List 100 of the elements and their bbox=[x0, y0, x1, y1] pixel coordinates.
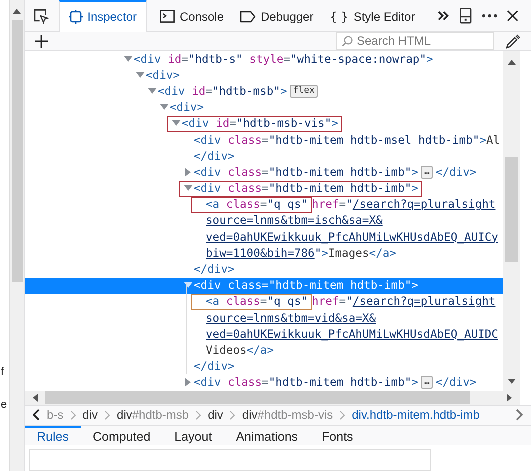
markup-text: <a class="q qs" bbox=[206, 198, 308, 212]
markup-text: </div> bbox=[194, 150, 235, 163]
breadcrumb[interactable]: div#hdtb-msb bbox=[117, 408, 190, 422]
markup-badge[interactable]: flex bbox=[290, 84, 318, 98]
scroll-up-arrow-icon[interactable] bbox=[508, 60, 516, 65]
markup-text: <div id="hdtb-msb"> bbox=[158, 84, 288, 98]
add-node-icon[interactable] bbox=[35, 34, 48, 48]
collapse-triangle-icon[interactable] bbox=[159, 104, 170, 112]
separator-chevron-icon bbox=[70, 410, 76, 420]
markup-row[interactable]: <div id="hdtb-msb"> flex bbox=[25, 83, 503, 100]
inspector-icon bbox=[68, 10, 83, 24]
markup-row[interactable]: <div class="hdtb-mitem hdtb-imb"> … </div> bbox=[25, 374, 503, 391]
more-options-icon[interactable] bbox=[482, 14, 498, 18]
markup-text: <div class="hdtb-mitem hdtb-imb"> bbox=[194, 376, 418, 390]
close-icon[interactable] bbox=[507, 10, 519, 22]
scroll-right-chevron-icon[interactable] bbox=[516, 409, 523, 422]
separator-chevron-icon bbox=[340, 410, 346, 420]
markup-row[interactable]: ved=0ahUKEwikkuuk_PfcAhUMiLwKHUsdAbEQ_AUIDC bbox=[25, 326, 503, 342]
markup-text: ved=0ahUKEwikkuuk_PfcAhUMiLwKHUsdAbEQ_AUIDC bbox=[206, 328, 498, 341]
markup-row[interactable]: <div class="hdtb-mitem hdtb-imb"> … </div> bbox=[25, 164, 503, 180]
markup-row[interactable]: <div class="hdtb-mitem hdtb-imb"> bbox=[25, 278, 503, 294]
collapse-triangle-icon[interactable] bbox=[123, 56, 134, 63]
scrollbar-thumb[interactable] bbox=[505, 157, 518, 262]
markup-text: </div> bbox=[436, 376, 477, 390]
markup-scrollbar[interactable] bbox=[503, 51, 520, 391]
markup-row[interactable]: biw=1100&bih=786">Images</a> bbox=[25, 245, 503, 262]
markup-text: <a class="q qs" bbox=[206, 295, 308, 308]
collapse-triangle-icon[interactable] bbox=[183, 282, 194, 290]
collapse-triangle-icon[interactable] bbox=[171, 120, 182, 128]
element-picker-icon[interactable] bbox=[33, 8, 49, 24]
search-icon bbox=[342, 36, 353, 47]
search-field[interactable]: Search HTML bbox=[336, 32, 494, 50]
panel-tab[interactable]: Fonts bbox=[310, 426, 366, 445]
devtools-tab[interactable]: Debugger bbox=[237, 0, 317, 32]
collapse-triangle-icon[interactable] bbox=[147, 88, 158, 95]
breadcrumb[interactable]: div bbox=[82, 408, 98, 422]
eyedropper-icon[interactable] bbox=[506, 34, 521, 48]
panel-tab[interactable]: Computed bbox=[80, 426, 163, 445]
devtools-tab[interactable]: Console bbox=[156, 0, 228, 32]
scroll-left-chevron-icon[interactable] bbox=[33, 409, 40, 422]
markup-text: </div> bbox=[194, 360, 235, 374]
label-tag-icon bbox=[240, 10, 256, 22]
scroll-down-arrow-icon[interactable] bbox=[508, 378, 516, 384]
dock-icon[interactable] bbox=[460, 8, 472, 24]
breadcrumb[interactable]: div.hdtb-mitem.hdtb-imb bbox=[352, 408, 480, 422]
scrollbar-thumb[interactable] bbox=[45, 391, 470, 404]
braces-icon: { } bbox=[330, 10, 349, 24]
markup-row[interactable]: <div> bbox=[25, 67, 503, 84]
markup-text: <div id="hdtb-s" style="white-space:nowrap"> bbox=[134, 52, 434, 66]
panel-tab[interactable]: Animations bbox=[224, 426, 310, 445]
markup-text: <div class="hdtb-mitem hdtb-imb"> bbox=[194, 182, 418, 196]
breadcrumb[interactable]: div bbox=[208, 408, 224, 422]
markup-row[interactable]: </div> bbox=[25, 148, 503, 164]
separator-chevron-icon bbox=[230, 410, 236, 420]
markup-row[interactable]: </div> bbox=[25, 358, 503, 375]
markup-text: source=lnms&tbm=isch&sa=X& bbox=[206, 214, 383, 228]
page-text: f bbox=[0, 366, 6, 379]
console-icon bbox=[160, 10, 175, 23]
markup-row[interactable]: <div class="hdtb-mitem hdtb-msel hdtb-imb">Al bbox=[25, 132, 503, 148]
markup-text: source=lnms&tbm=vid&sa=X& bbox=[206, 312, 376, 325]
panel-tab[interactable]: Layout bbox=[162, 426, 224, 445]
markup-text: </div> bbox=[436, 166, 477, 179]
scrollbar-thumb[interactable] bbox=[12, 20, 22, 282]
collapse-triangle-icon[interactable] bbox=[183, 185, 194, 192]
markup-text: href="/search?q=pluralsight bbox=[312, 198, 496, 212]
separator-chevron-icon bbox=[105, 410, 110, 420]
devtools-tab[interactable]: Inspector bbox=[58, 0, 147, 32]
scroll-right-arrow-icon[interactable] bbox=[507, 394, 512, 402]
page-scrollbar[interactable] bbox=[10, 0, 24, 471]
chevrons-icon[interactable] bbox=[438, 10, 450, 20]
scroll-left-arrow-icon[interactable] bbox=[33, 394, 38, 402]
markup-row[interactable]: <div id="hdtb-s" style="white-space:nowrap"> bbox=[25, 51, 503, 68]
markup-row[interactable]: <div class="hdtb-mitem hdtb-imb"> bbox=[25, 180, 503, 197]
markup-badge[interactable]: … bbox=[421, 166, 433, 179]
markup-text: <div> bbox=[146, 68, 180, 82]
markup-row[interactable]: <div> bbox=[25, 100, 503, 116]
separator-chevron-icon bbox=[196, 410, 202, 420]
markup-row[interactable]: source=lnms&tbm=vid&sa=X& bbox=[25, 310, 503, 326]
markup-text: </div> bbox=[194, 263, 235, 276]
markup-text: <div id="hdtb-msb-vis"> bbox=[182, 117, 338, 130]
horizontal-scrollbar[interactable] bbox=[25, 390, 520, 405]
markup-row[interactable]: <a class="q qs" href="/search?q=pluralsight bbox=[25, 196, 503, 213]
markup-row[interactable]: source=lnms&tbm=isch&sa=X& bbox=[25, 212, 503, 230]
markup-row[interactable]: Videos</a> bbox=[25, 342, 503, 359]
breadcrumb[interactable]: div#hdtb-msb-vis bbox=[242, 408, 334, 422]
filter-field[interactable] bbox=[29, 449, 431, 471]
scroll-up-arrow-icon[interactable] bbox=[13, 9, 21, 14]
markup-text: biw=1100&bih=786">Images</a> bbox=[206, 246, 396, 260]
collapse-triangle-icon[interactable] bbox=[135, 72, 146, 79]
markup-text: <div> bbox=[170, 101, 204, 114]
markup-text: ved=0ahUKEwikkuuk_PfcAhUMiLwKHUsdAbEQ_AUICy bbox=[206, 230, 498, 244]
markup-text: <div class="hdtb-mitem hdtb-imb"> bbox=[194, 166, 418, 179]
markup-badge[interactable]: … bbox=[421, 376, 433, 390]
devtools-tab[interactable]: { } Style Editor bbox=[326, 0, 418, 32]
markup-row[interactable]: </div> bbox=[25, 261, 503, 278]
markup-text: href="/search?q=pluralsight bbox=[312, 295, 496, 308]
markup-text: <div class="hdtb-mitem hdtb-imb"> bbox=[194, 279, 418, 292]
markup-row[interactable]: ved=0ahUKEwikkuuk_PfcAhUMiLwKHUsdAbEQ_AUICy bbox=[25, 229, 503, 246]
markup-row[interactable]: <a class="q qs" href="/search?q=pluralsight bbox=[25, 294, 503, 310]
markup-row[interactable]: <div id="hdtb-msb-vis"> bbox=[25, 116, 503, 132]
